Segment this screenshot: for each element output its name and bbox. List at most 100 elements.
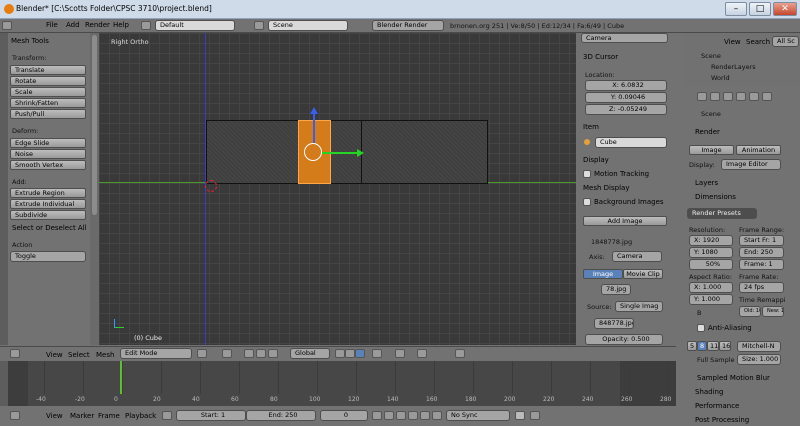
scene-tab-icon[interactable] [723, 92, 733, 101]
translate-manipulator-icon[interactable] [256, 349, 266, 358]
screen-layout-icon[interactable] [141, 21, 151, 30]
record-keyframe-icon[interactable] [515, 411, 525, 420]
menu-help[interactable]: Help [113, 21, 129, 29]
cursor-x-field[interactable]: X: 6.0832 [585, 80, 667, 91]
start-frame-field[interactable]: Start: 1 [176, 410, 246, 421]
scale-button[interactable]: Scale [10, 87, 86, 97]
face-select-icon[interactable] [355, 349, 365, 358]
aa-11-button[interactable]: 11 [707, 341, 719, 351]
vertex-select-icon[interactable] [335, 349, 345, 358]
rotate-button[interactable]: Rotate [10, 76, 86, 86]
display-dropdown[interactable]: Image Editor [721, 159, 781, 170]
render-presets-dropdown[interactable]: Render Presets [687, 208, 757, 219]
full-sample-checkbox[interactable]: Full Sample [697, 356, 735, 364]
item-header[interactable]: Item [583, 123, 599, 131]
world-tab-icon[interactable] [736, 92, 746, 101]
jump-end-icon[interactable] [432, 411, 442, 420]
render-panel-header[interactable]: Render [695, 128, 720, 136]
mesh-tools-header[interactable]: Mesh Tools [11, 37, 49, 45]
performance-panel-header[interactable]: Performance [695, 402, 739, 410]
layers-panel-header[interactable]: Layers [695, 179, 718, 187]
viewport-select-menu[interactable]: Select [68, 351, 90, 359]
push-pull-button[interactable]: Push/Pull [10, 109, 86, 119]
timeline[interactable]: -40 -20 0 20 40 60 80 100 120 140 160 180 200 220 240 2… [8, 361, 676, 406]
start-frame-field[interactable]: Start Fr: 1 [739, 235, 784, 246]
y-arrow-head-icon[interactable] [357, 149, 364, 157]
image-file-field[interactable]: 78.jpg [601, 284, 631, 295]
render-tab-icon[interactable] [697, 92, 707, 101]
occlude-geometry-icon[interactable] [372, 349, 382, 358]
motion-tracking-checkbox[interactable] [583, 170, 591, 178]
timeline-playback-menu[interactable]: Playback [125, 412, 156, 420]
aa-filter-dropdown[interactable]: Mitchell-N [737, 341, 781, 352]
layers-tab-icon[interactable] [710, 92, 720, 101]
maximize-button[interactable]: □ [749, 2, 771, 16]
outliner-world-item[interactable]: World [711, 74, 730, 82]
object-tab-icon[interactable] [749, 92, 759, 101]
resolution-y-field[interactable]: Y: 1080 [689, 247, 733, 258]
next-keyframe-icon[interactable] [420, 411, 430, 420]
frame-step-field[interactable]: Frame: 1 [739, 259, 784, 270]
render-engine-selector[interactable]: Blender Render [372, 20, 444, 31]
subdivide-button[interactable]: Subdivide [10, 210, 86, 220]
end-frame-field[interactable]: End: 250 [739, 247, 784, 258]
camera-tab[interactable]: Camera [581, 33, 668, 43]
z-transform-arrow[interactable] [313, 113, 315, 143]
filter-size-field[interactable]: Size: 1.000 [737, 354, 781, 365]
minimize-button[interactable]: – [725, 2, 747, 16]
source-movie-clip-tab[interactable]: Movie Clip [623, 269, 663, 279]
background-images-checkbox[interactable] [583, 198, 591, 206]
modifiers-tab-icon[interactable] [762, 92, 772, 101]
manipulator-icon[interactable] [244, 349, 254, 358]
pivot-icon[interactable] [222, 349, 232, 358]
shading-icon[interactable] [197, 349, 207, 358]
shading-panel-header[interactable]: Shading [695, 388, 723, 396]
resolution-percent-slider[interactable]: 50% [689, 259, 733, 270]
outliner-renderlayers-item[interactable]: RenderLayers [711, 63, 756, 71]
play-icon[interactable] [408, 411, 418, 420]
translate-button[interactable]: Translate [10, 65, 86, 75]
toolshelf-tabs[interactable] [0, 33, 8, 345]
resolution-x-field[interactable]: X: 1920 [689, 235, 733, 246]
z-arrow-head-icon[interactable] [310, 107, 318, 114]
timeline-view-menu[interactable]: View [46, 412, 63, 420]
outliner-view-menu[interactable]: View [724, 38, 741, 46]
smooth-vertex-button[interactable]: Smooth Vertex [10, 160, 86, 170]
y-transform-arrow[interactable] [322, 152, 358, 154]
scene-selector[interactable]: Scene [268, 20, 348, 31]
aspect-y-field[interactable]: Y: 1.000 [689, 294, 733, 305]
outliner-search-menu[interactable]: Search [746, 38, 770, 46]
keying-set-icon[interactable] [530, 411, 540, 420]
close-button[interactable]: ✕ [773, 2, 797, 16]
timeline-marker-menu[interactable]: Marker [70, 412, 94, 420]
action-dropdown[interactable]: Toggle [10, 251, 86, 262]
3d-cursor-header[interactable]: 3D Cursor [583, 53, 618, 61]
dimensions-panel-header[interactable]: Dimensions [695, 193, 736, 201]
menu-render[interactable]: Render [85, 21, 110, 29]
extrude-region-button[interactable]: Extrude Region [10, 188, 86, 198]
post-processing-panel-header[interactable]: Post Processing [695, 416, 749, 424]
menu-file[interactable]: File [46, 21, 58, 29]
fps-dropdown[interactable]: 24 fps [739, 282, 784, 293]
3d-cursor-icon[interactable] [205, 180, 217, 192]
select-deselect-section[interactable]: Select or Deselect All [12, 224, 87, 232]
aa-8-button[interactable]: 8 [697, 341, 707, 351]
border-checkbox-label[interactable]: B [697, 309, 701, 317]
timeline-editor-icon[interactable] [10, 411, 20, 420]
snap-icon[interactable] [417, 349, 427, 358]
opacity-slider[interactable]: Opacity: 0.500 [585, 334, 663, 345]
aa-5-button[interactable]: 5 [687, 341, 697, 351]
edge-slide-button[interactable]: Edge Slide [10, 138, 86, 148]
display-header[interactable]: Display [583, 156, 609, 164]
editor-type-icon[interactable] [10, 349, 20, 358]
background-images-header[interactable]: Background Images [594, 198, 664, 206]
mesh-display-header[interactable]: Mesh Display [583, 184, 629, 192]
timeline-frame-menu[interactable]: Frame [98, 412, 120, 420]
prev-keyframe-icon[interactable] [384, 411, 394, 420]
screen-layout-selector[interactable]: Default [155, 20, 235, 31]
render-preview-icon[interactable] [455, 349, 465, 358]
jump-start-icon[interactable] [372, 411, 382, 420]
time-remap-new-field[interactable]: New: 100 [762, 306, 784, 317]
aa-16-button[interactable]: 16 [719, 341, 731, 351]
outliner-scene-item[interactable]: Scene [701, 52, 721, 60]
